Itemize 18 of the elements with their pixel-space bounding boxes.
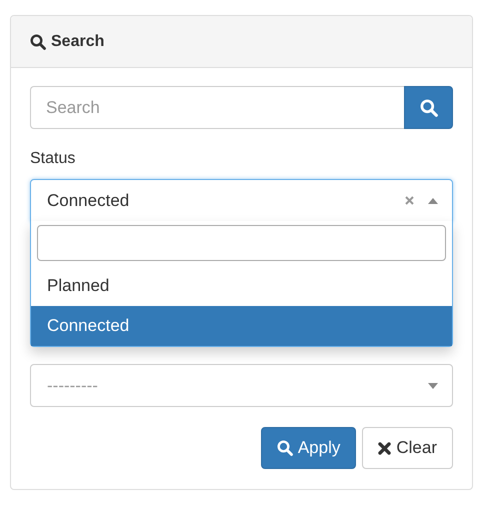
dropdown-option[interactable]: Connected	[31, 306, 452, 346]
select-value: ---------	[47, 376, 99, 396]
apply-button[interactable]: Apply	[260, 427, 356, 469]
search-icon	[30, 34, 46, 50]
search-button[interactable]	[404, 86, 453, 129]
panel-title: Search	[51, 32, 104, 50]
caret-icon	[428, 198, 438, 204]
dropdown-option[interactable]: Planned	[31, 266, 452, 306]
status-label: Status	[30, 150, 76, 169]
filter-field[interactable]	[37, 225, 446, 261]
search-field[interactable]: Search	[30, 86, 404, 129]
search-icon	[420, 98, 438, 116]
close-icon	[378, 442, 392, 454]
search-icon	[276, 440, 293, 456]
caret-icon	[428, 382, 438, 388]
clear-button[interactable]: Clear	[362, 427, 453, 469]
select-value: Connected	[47, 190, 130, 210]
clear-icon[interactable]	[405, 196, 414, 205]
